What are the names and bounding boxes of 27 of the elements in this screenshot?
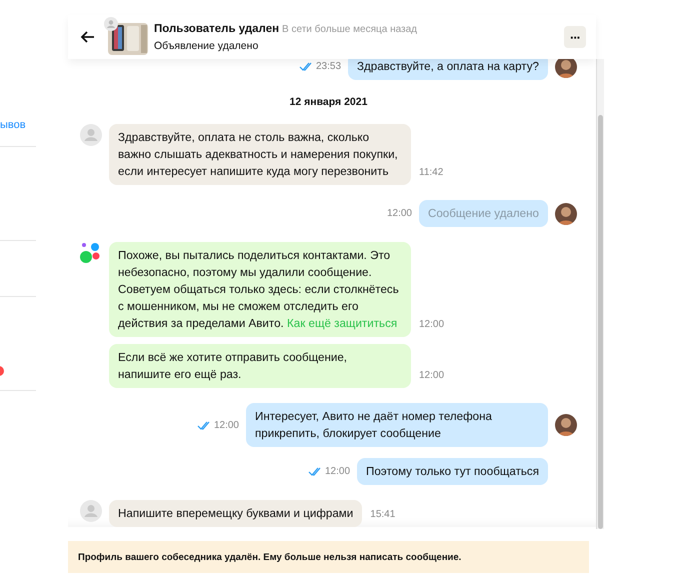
- safety-link[interactable]: Как ещё защититься: [287, 317, 398, 330]
- message-time: 12:00: [386, 207, 412, 221]
- message-bubble: Интересует, Авито не даёт номер телефона прикрепить, блокирует сообщение: [246, 403, 548, 447]
- message-bubble: Здравствуйте, оплата не столь важна, сколько важно слышать адекватность и намерения покупки, если интересует напишите куда могу перезвонить: [109, 124, 411, 185]
- message-bubble: Напишите вперемещку буквами и цифрами: [109, 500, 362, 527]
- message-bubble: Здравствуйте, а оплата на карту?: [348, 59, 548, 80]
- scrollbar[interactable]: [596, 59, 604, 529]
- message-time: 12:00: [214, 418, 239, 432]
- reviews-link[interactable]: ывов: [0, 119, 26, 131]
- message-time: 12:00: [419, 369, 444, 383]
- online-status: В сети больше месяца назад: [282, 24, 418, 35]
- message-time: 23:53: [316, 60, 342, 74]
- system-message: Похоже, вы пытались поделиться контактами. Это небезопасно, поэтому мы удалили сообщение. Советуем общаться только здесь: если столкнётесь с мошенником, мы не сможем отследить его действия за пределами Авито. Как ещё защититься: [109, 242, 411, 337]
- message-bubble: Поэтому только тут пообщаться: [357, 458, 548, 485]
- message-time: 11:42: [419, 166, 444, 180]
- date-divider: 12 января 2021: [288, 95, 368, 110]
- profile-deleted-notice: Профиль вашего собеседника удалён. Ему больше нельзя написать сообщение.: [68, 541, 589, 573]
- more-menu-button[interactable]: ···: [564, 26, 586, 48]
- message-time: 15:41: [370, 508, 396, 522]
- system-message: Если всё же хотите отправить сообщение, напишите его ещё раз.: [109, 344, 411, 388]
- user-name: Пользователь удален: [154, 23, 280, 35]
- message-time: 12:00: [419, 318, 444, 332]
- user-avatar-icon: [104, 17, 118, 31]
- deleted-message: Сообщение удалено: [418, 200, 548, 227]
- back-arrow-icon[interactable]: [80, 29, 96, 45]
- message-time: 12:00: [324, 465, 350, 479]
- listing-status: Объявление удалено: [154, 39, 260, 54]
